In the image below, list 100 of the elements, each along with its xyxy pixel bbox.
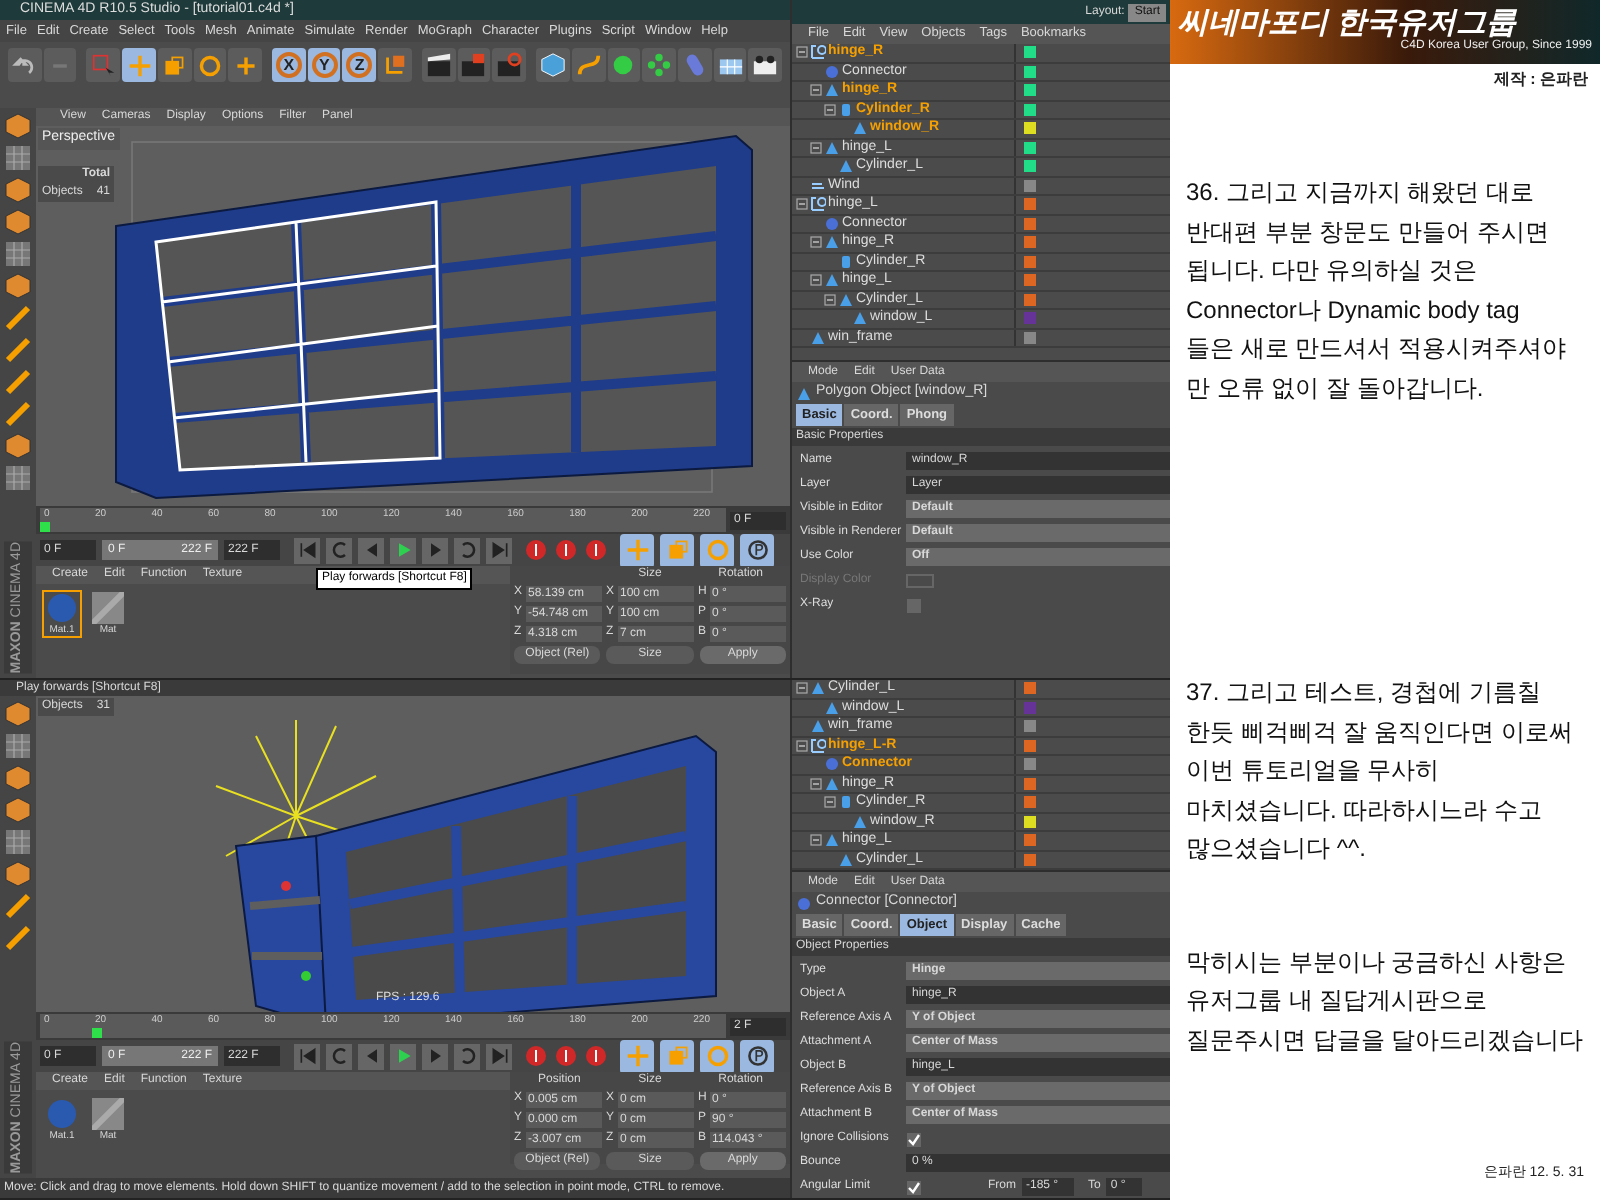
layer-swatch[interactable] <box>1024 739 1036 752</box>
record-icon[interactable] <box>554 538 578 562</box>
collapse-icon[interactable] <box>796 198 808 211</box>
record-icon[interactable] <box>584 538 608 562</box>
clapper-gear-icon[interactable] <box>496 52 523 78</box>
layer-swatch[interactable] <box>1024 815 1036 828</box>
checkbox[interactable] <box>906 597 922 613</box>
record-icon[interactable] <box>524 538 548 562</box>
layer-swatch[interactable] <box>1024 701 1036 714</box>
scale-tool[interactable] <box>157 48 192 82</box>
layer-swatch[interactable] <box>1024 198 1036 211</box>
loop-icon[interactable] <box>329 540 349 560</box>
cube-icon[interactable] <box>4 700 32 728</box>
grid-icon[interactable] <box>4 240 32 268</box>
plus-tool[interactable] <box>228 48 263 82</box>
rotate-tool[interactable] <box>700 1039 734 1073</box>
curve-icon[interactable] <box>575 52 602 78</box>
selection-tool[interactable] <box>86 48 121 82</box>
collapse-icon[interactable] <box>824 796 836 809</box>
step-forward-icon[interactable] <box>425 1046 445 1066</box>
layer-swatch[interactable] <box>1024 796 1036 809</box>
layer-swatch[interactable] <box>1024 160 1036 173</box>
collapse-icon[interactable] <box>810 834 822 847</box>
layer-swatch[interactable] <box>1024 682 1036 695</box>
layer-swatch[interactable] <box>1024 84 1036 97</box>
cube-icon[interactable] <box>4 796 32 824</box>
grid-icon[interactable] <box>4 828 32 856</box>
axis-toggle[interactable]: Y <box>307 48 341 82</box>
playhead[interactable] <box>92 1028 103 1038</box>
checkbox[interactable] <box>906 1179 922 1195</box>
p-circle-tool[interactable] <box>740 533 774 567</box>
cube-icon[interactable] <box>4 272 32 300</box>
camera-icon[interactable] <box>752 52 779 78</box>
collapse-icon[interactable] <box>796 682 808 695</box>
cube-icon[interactable] <box>4 764 32 792</box>
collapse-icon[interactable] <box>796 739 808 752</box>
go-to-end-icon[interactable] <box>489 1046 509 1066</box>
layer-swatch[interactable] <box>1024 217 1036 230</box>
cube-icon[interactable] <box>4 208 32 236</box>
layer-swatch[interactable] <box>1024 777 1036 790</box>
axis-toggle[interactable]: Z <box>342 48 377 82</box>
layer-swatch[interactable] <box>1024 758 1036 771</box>
record-icon[interactable] <box>554 1044 578 1068</box>
flower-icon[interactable] <box>646 52 673 78</box>
layer-swatch[interactable] <box>1024 834 1036 847</box>
collapse-icon[interactable] <box>796 46 808 59</box>
step-forward-icon[interactable] <box>425 540 445 560</box>
go-to-start-icon[interactable] <box>297 1046 317 1066</box>
layer-swatch[interactable] <box>1024 293 1036 306</box>
layer-swatch[interactable] <box>1024 179 1036 192</box>
loop-icon[interactable] <box>457 540 477 560</box>
cube-icon[interactable] <box>4 432 32 460</box>
layer-swatch[interactable] <box>1024 274 1036 287</box>
rotate-tool[interactable] <box>193 48 227 82</box>
layer-swatch[interactable] <box>1024 46 1036 59</box>
coordinate-icon[interactable] <box>382 52 409 78</box>
layer-swatch[interactable] <box>1024 331 1036 344</box>
triangle-icon <box>824 775 840 792</box>
clapper-icon[interactable] <box>425 52 452 78</box>
collapse-icon[interactable] <box>824 103 836 116</box>
grid-icon[interactable] <box>4 732 32 760</box>
play-icon[interactable] <box>393 1046 413 1066</box>
cube-icon[interactable] <box>4 860 32 888</box>
go-to-start-icon[interactable] <box>297 540 317 560</box>
play-icon[interactable] <box>393 540 413 560</box>
layer-swatch[interactable] <box>1024 720 1036 733</box>
layer-swatch[interactable] <box>1024 141 1036 154</box>
layer-swatch[interactable] <box>1024 312 1036 325</box>
sphere-icon[interactable] <box>610 52 637 78</box>
scale-tool[interactable] <box>660 1039 694 1073</box>
loop-icon[interactable] <box>457 1046 477 1066</box>
rotate-tool[interactable] <box>700 533 734 567</box>
grid-icon[interactable] <box>4 144 32 172</box>
layer-swatch[interactable] <box>1024 853 1036 866</box>
collapse-icon[interactable] <box>810 274 822 287</box>
cube-icon[interactable] <box>4 112 32 140</box>
axis-toggle[interactable]: X <box>272 48 306 82</box>
move-tool[interactable] <box>620 533 654 567</box>
color-swatch[interactable] <box>906 574 934 588</box>
loop-icon[interactable] <box>329 1046 349 1066</box>
collapse-icon[interactable] <box>810 236 822 249</box>
grid-icon[interactable] <box>4 464 32 492</box>
layer-swatch[interactable] <box>1024 65 1036 78</box>
layer-swatch[interactable] <box>1024 103 1036 116</box>
layer-swatch[interactable] <box>1024 122 1036 135</box>
layer-swatch[interactable] <box>1024 255 1036 268</box>
undo-tool[interactable] <box>8 48 42 82</box>
cube-icon[interactable] <box>4 176 32 204</box>
move-tool[interactable] <box>620 1039 654 1073</box>
collapse-icon[interactable] <box>810 84 822 97</box>
collapse-icon[interactable] <box>810 777 822 790</box>
layer-swatch[interactable] <box>1024 236 1036 249</box>
go-to-end-icon[interactable] <box>489 540 509 560</box>
record-icon[interactable] <box>524 1044 548 1068</box>
scale-tool[interactable] <box>660 533 694 567</box>
record-icon[interactable] <box>584 1044 608 1068</box>
collapse-icon[interactable] <box>824 293 836 306</box>
collapse-icon[interactable] <box>810 141 822 154</box>
checkbox[interactable] <box>906 1131 922 1147</box>
p-circle-tool[interactable] <box>740 1039 774 1073</box>
